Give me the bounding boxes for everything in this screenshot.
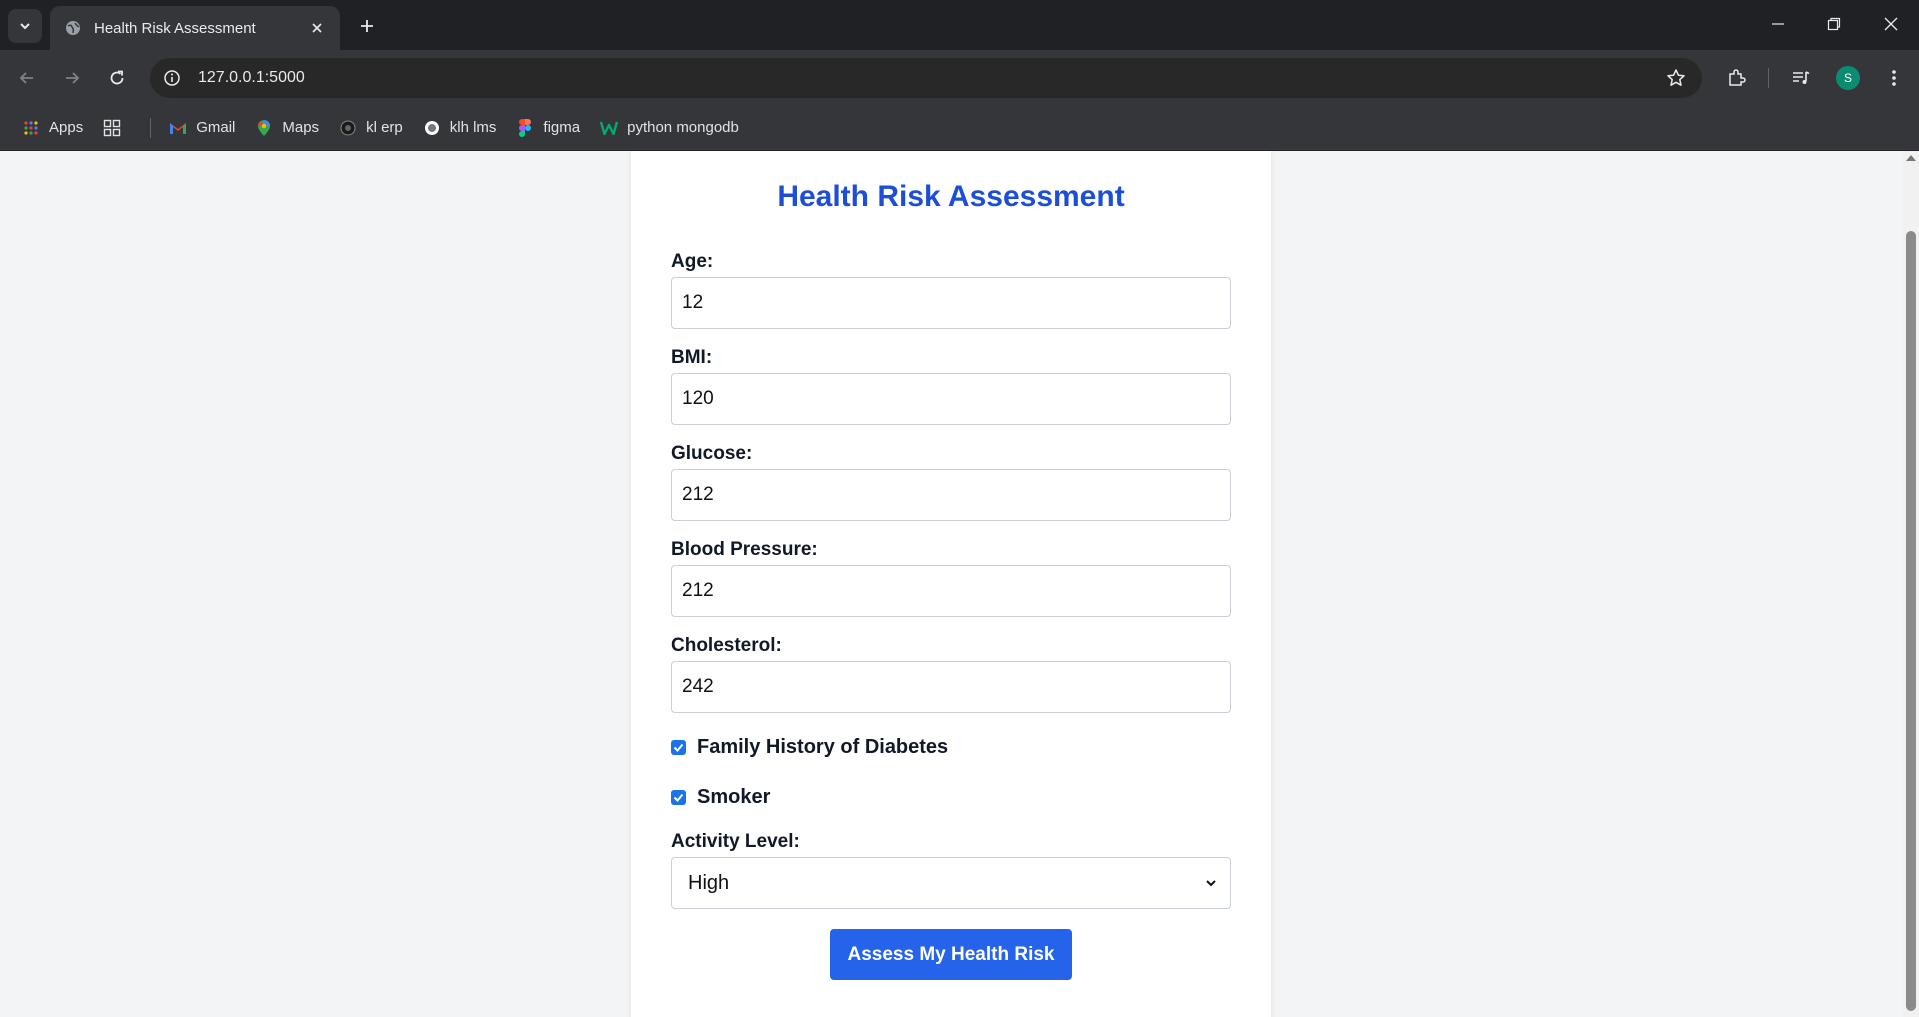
scroll-up-arrow-icon[interactable] bbox=[1906, 155, 1916, 161]
bookmark-label: Apps bbox=[49, 119, 84, 136]
browser-tab[interactable]: Health Risk Assessment bbox=[50, 6, 340, 50]
forward-button[interactable] bbox=[56, 62, 88, 94]
smoker-label: Smoker bbox=[697, 785, 771, 808]
tab-search-button[interactable] bbox=[8, 9, 42, 43]
chevron-down-icon bbox=[1206, 880, 1216, 887]
blood-pressure-label: Blood Pressure: bbox=[671, 539, 818, 560]
submit-wrap: Assess My Health Risk bbox=[671, 929, 1231, 980]
bookmark-tab-groups[interactable] bbox=[103, 112, 130, 144]
checkmark-icon bbox=[673, 743, 684, 752]
age-input[interactable] bbox=[671, 277, 1231, 329]
back-button[interactable] bbox=[11, 62, 43, 94]
gmail-icon bbox=[169, 119, 187, 137]
bmi-field-group: BMI: bbox=[671, 347, 1231, 425]
w3schools-icon bbox=[600, 119, 619, 137]
minimize-button[interactable] bbox=[1750, 0, 1806, 48]
assessment-card: Health Risk Assessment Age: BMI: Glucose… bbox=[631, 151, 1271, 1017]
chevron-down-icon bbox=[20, 23, 30, 30]
klh-lms-icon bbox=[423, 119, 441, 137]
bookmarks-bar: Apps Gmail Maps kl erp klh lms figma pyt… bbox=[0, 106, 1919, 150]
info-icon[interactable] bbox=[154, 60, 190, 96]
glucose-input[interactable] bbox=[671, 469, 1231, 521]
glucose-field-group: Glucose: bbox=[671, 443, 1231, 521]
bookmark-label: Gmail bbox=[196, 119, 236, 136]
reload-button[interactable] bbox=[101, 62, 133, 94]
url-text: 127.0.0.1:5000 bbox=[198, 69, 305, 86]
close-window-button[interactable] bbox=[1863, 0, 1919, 48]
bookmark-figma[interactable]: figma bbox=[516, 112, 580, 144]
apps-grid-icon bbox=[22, 119, 40, 137]
smoker-row: Smoker bbox=[671, 781, 1231, 813]
bookmark-star-icon[interactable] bbox=[1658, 60, 1694, 96]
activity-level-value: High bbox=[688, 871, 730, 894]
tab-title: Health Risk Assessment bbox=[94, 19, 256, 37]
arrow-left-icon bbox=[19, 72, 33, 84]
figma-icon bbox=[516, 118, 534, 137]
bookmark-label: python mongodb bbox=[627, 119, 739, 136]
cholesterol-field-group: Cholesterol: bbox=[671, 635, 1231, 713]
reload-icon bbox=[110, 70, 124, 85]
globe-icon bbox=[64, 19, 82, 37]
activity-level-select[interactable]: High bbox=[671, 857, 1231, 909]
minimize-icon bbox=[1772, 23, 1784, 25]
smoker-checkbox[interactable] bbox=[671, 789, 686, 805]
address-bar[interactable]: 127.0.0.1:5000 bbox=[150, 58, 1702, 98]
more-menu-icon[interactable] bbox=[1878, 62, 1910, 94]
tab-groups-icon bbox=[103, 119, 121, 137]
arrow-right-icon bbox=[66, 72, 80, 84]
bookmark-maps[interactable]: Maps bbox=[255, 112, 319, 144]
age-label: Age: bbox=[671, 251, 714, 272]
age-field-group: Age: bbox=[671, 251, 1231, 329]
browser-titlebar: Health Risk Assessment bbox=[0, 0, 1919, 50]
glucose-label: Glucose: bbox=[671, 443, 753, 464]
bookmark-gmail[interactable]: Gmail bbox=[169, 112, 235, 144]
bookmark-label: figma bbox=[543, 119, 581, 136]
restore-button[interactable] bbox=[1806, 0, 1862, 48]
cholesterol-label: Cholesterol: bbox=[671, 635, 782, 656]
blood-pressure-field-group: Blood Pressure: bbox=[671, 539, 1231, 617]
plus-icon bbox=[361, 20, 373, 32]
bookmark-label: kl erp bbox=[366, 119, 403, 136]
bookmarks-divider bbox=[150, 117, 152, 138]
bookmark-klh-lms[interactable]: klh lms bbox=[423, 112, 497, 144]
profile-avatar[interactable]: S bbox=[1836, 66, 1860, 90]
close-icon bbox=[1884, 17, 1898, 31]
family-history-checkbox[interactable] bbox=[671, 739, 686, 755]
blood-pressure-input[interactable] bbox=[671, 565, 1231, 617]
cholesterol-input[interactable] bbox=[671, 661, 1231, 713]
media-control-icon[interactable] bbox=[1785, 62, 1817, 94]
page-viewport: Health Risk Assessment Age: BMI: Glucose… bbox=[0, 151, 1919, 1017]
close-tab-icon[interactable] bbox=[306, 17, 328, 39]
bookmark-apps[interactable]: Apps bbox=[22, 112, 83, 144]
assess-risk-button[interactable]: Assess My Health Risk bbox=[830, 929, 1072, 980]
browser-toolbar: 127.0.0.1:5000 bbox=[0, 50, 1919, 106]
scroll-thumb[interactable] bbox=[1906, 231, 1916, 1011]
restore-icon bbox=[1827, 17, 1841, 31]
health-form: Age: BMI: Glucose: Blood Pressure: Chole… bbox=[671, 251, 1231, 980]
checkmark-icon bbox=[673, 793, 684, 802]
toolbar-divider bbox=[1768, 68, 1769, 88]
activity-field-group: Activity Level: High bbox=[671, 831, 1231, 909]
bmi-input[interactable] bbox=[671, 373, 1231, 425]
maps-pin-icon bbox=[255, 119, 273, 137]
extensions-icon[interactable] bbox=[1720, 62, 1752, 94]
page-title: Health Risk Assessment bbox=[777, 180, 1125, 213]
bmi-label: BMI: bbox=[671, 347, 713, 368]
bookmark-python-mongodb[interactable]: python mongodb bbox=[600, 112, 739, 144]
family-history-label: Family History of Diabetes bbox=[697, 735, 949, 758]
kl-erp-icon bbox=[339, 119, 357, 137]
bookmark-kl-erp[interactable]: kl erp bbox=[339, 112, 403, 144]
new-tab-button[interactable] bbox=[352, 11, 382, 41]
activity-level-label: Activity Level: bbox=[671, 831, 800, 852]
page-scrollbar[interactable] bbox=[1903, 151, 1919, 1017]
bookmark-label: klh lms bbox=[449, 119, 497, 136]
family-history-row: Family History of Diabetes bbox=[671, 731, 1231, 763]
bookmark-label: Maps bbox=[282, 119, 320, 136]
